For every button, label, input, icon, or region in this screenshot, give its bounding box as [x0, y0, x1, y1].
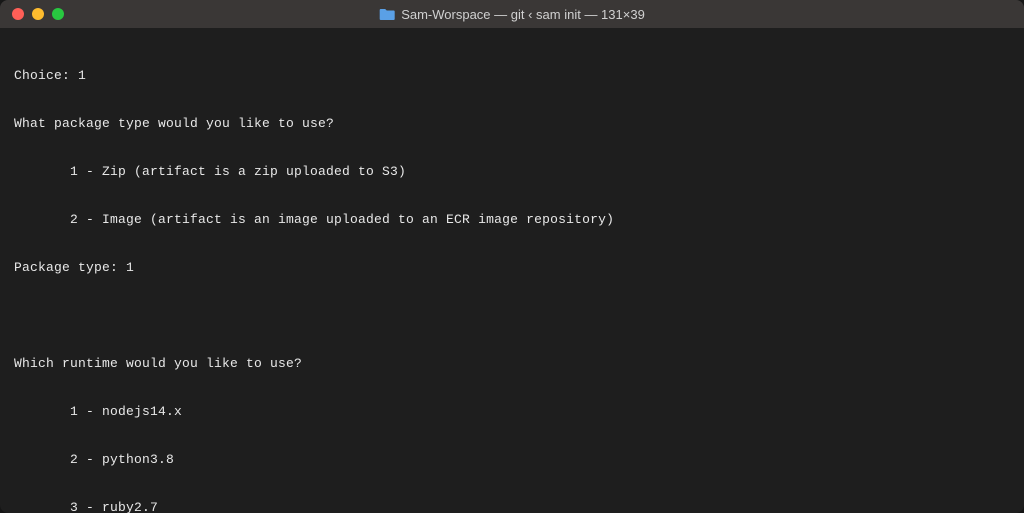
runtime-option: 3 - ruby2.7: [14, 500, 1010, 513]
runtime-option: 1 - nodejs14.x: [14, 404, 1010, 420]
folder-icon: [379, 8, 395, 21]
terminal-body[interactable]: Choice: 1 What package type would you li…: [0, 28, 1024, 513]
window-title-text: Sam-Worspace — git ‹ sam init — 131×39: [401, 7, 645, 22]
title-bar: Sam-Worspace — git ‹ sam init — 131×39: [0, 0, 1024, 28]
terminal-window: Sam-Worspace — git ‹ sam init — 131×39 C…: [0, 0, 1024, 513]
package-answer: Package type: 1: [14, 260, 1010, 276]
minimize-button[interactable]: [32, 8, 44, 20]
package-option: 1 - Zip (artifact is a zip uploaded to S…: [14, 164, 1010, 180]
choice-line: Choice: 1: [14, 68, 1010, 84]
traffic-lights: [12, 8, 64, 20]
runtime-question: Which runtime would you like to use?: [14, 356, 1010, 372]
package-question: What package type would you like to use?: [14, 116, 1010, 132]
maximize-button[interactable]: [52, 8, 64, 20]
window-title: Sam-Worspace — git ‹ sam init — 131×39: [379, 7, 645, 22]
blank-line: [14, 308, 1010, 324]
runtime-option: 2 - python3.8: [14, 452, 1010, 468]
close-button[interactable]: [12, 8, 24, 20]
package-option: 2 - Image (artifact is an image uploaded…: [14, 212, 1010, 228]
